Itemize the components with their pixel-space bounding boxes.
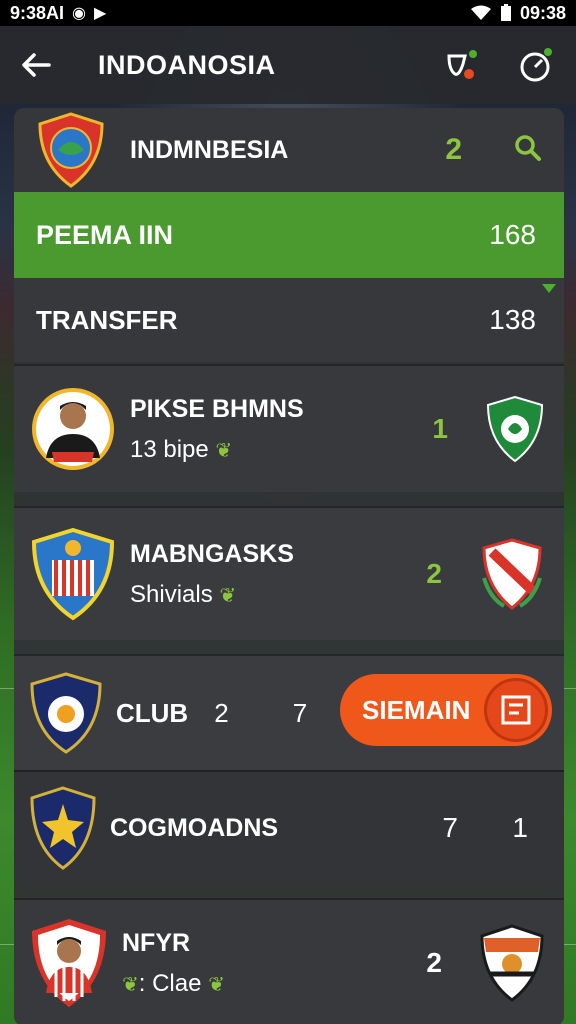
club-value-a: 2: [214, 697, 229, 728]
status-clock: 09:38: [519, 2, 566, 23]
indonesia-crest-icon: [38, 112, 104, 188]
player-name: NFYR: [122, 928, 191, 957]
stopwatch-icon: [520, 48, 552, 82]
transfer-value: 138: [489, 304, 536, 335]
battery-icon: [500, 4, 511, 21]
list-item[interactable]: COGMOADNS 7 1: [14, 770, 564, 884]
transfer-label: TRANSFER: [36, 304, 178, 335]
star-crest-icon: [30, 786, 96, 870]
premium-label: PEEMA IIN: [36, 219, 174, 250]
whistle-button[interactable]: [440, 43, 484, 87]
dropdown-indicator-icon: [542, 284, 556, 293]
club-badge-icon: [484, 678, 548, 742]
club-name: MABNGASKS: [130, 539, 294, 568]
status-bar: 9:38AI ◉ ▶ 09:38: [0, 0, 576, 26]
club-crest-icon: [31, 527, 115, 621]
app-bar: INDOANOSIA: [0, 26, 576, 104]
premium-value: 168: [489, 219, 536, 250]
opponent-crest-icon: [482, 538, 542, 610]
club-label: CLUB: [116, 697, 189, 728]
player-avatar: [32, 919, 106, 1007]
club-value-b: 7: [292, 697, 308, 728]
club-subtitle: Shivials ❦: [130, 580, 237, 608]
list-item[interactable]: CLUB 2 7 SIEMAIN: [14, 654, 564, 770]
siemain-button[interactable]: SIEMAIN: [340, 674, 552, 746]
stopwatch-button[interactable]: [514, 43, 558, 87]
club-info: COGMOADNS: [110, 814, 564, 843]
player-avatar: [32, 388, 114, 470]
leaf-icon: ❦: [122, 973, 139, 996]
team-header: INDMNBESIA 2: [14, 108, 564, 192]
standings-panel: INDMNBESIA 2 PEEMA IIN 168 TRANSFER 138 …: [14, 108, 564, 1024]
notification-icon: ◉: [72, 5, 86, 22]
leaf-icon: ❦: [215, 439, 233, 462]
page-title: INDOANOSIA: [98, 49, 276, 80]
leaf-icon: ❦: [219, 584, 237, 607]
back-arrow-icon: [22, 53, 51, 77]
premium-row[interactable]: PEEMA IIN 168: [14, 192, 564, 278]
leaf-icon: ❦: [208, 973, 225, 996]
player-info: NFYR ❦: Clae ❦: [122, 929, 426, 998]
player-info: PIKSE BHMNS 13 bipe ❦: [130, 395, 432, 464]
player-subtitle: 13 bipe ❦: [130, 435, 233, 463]
opponent-crest-icon: [480, 924, 544, 1002]
list-item[interactable]: MABNGASKS Shivials ❦ 2: [14, 506, 564, 640]
team-count: 2: [445, 133, 462, 166]
back-button[interactable]: [18, 47, 54, 83]
club-score: 2: [426, 558, 442, 589]
club-value-a: 7: [442, 812, 458, 843]
search-button[interactable]: [514, 134, 542, 167]
team-name: INDMNBESIA: [130, 135, 289, 164]
list-item[interactable]: PIKSE BHMNS 13 bipe ❦ 1: [14, 364, 564, 492]
list-item[interactable]: NFYR ❦: Clae ❦ 2: [14, 898, 564, 1024]
siemain-label: SIEMAIN: [362, 694, 471, 725]
wifi-icon: [470, 5, 491, 20]
player-score: 1: [432, 413, 448, 444]
club-info: MABNGASKS Shivials ❦: [130, 540, 426, 609]
player-name: PIKSE BHMNS: [130, 394, 304, 423]
club-value-b: 1: [512, 812, 528, 843]
club-name: COGMOADNS: [110, 813, 279, 842]
club-crest-icon: [30, 672, 102, 754]
player-subtitle: ❦: Clae ❦: [122, 969, 225, 997]
player-score: 2: [426, 947, 442, 978]
status-time: 9:38AI: [10, 2, 65, 23]
play-icon: ▶: [94, 5, 107, 22]
opponent-crest-icon: [486, 395, 544, 463]
transfer-row[interactable]: TRANSFER 138: [14, 278, 564, 362]
search-icon: [515, 134, 541, 161]
whistle-icon: [447, 50, 477, 79]
